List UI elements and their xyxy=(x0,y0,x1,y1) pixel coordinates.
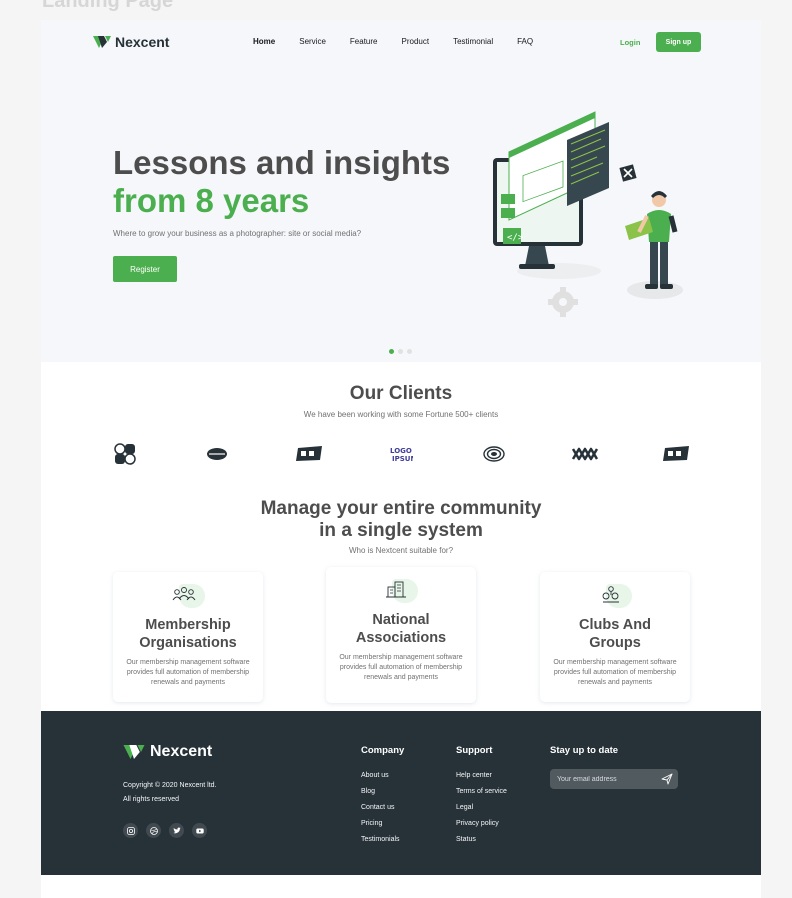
card-text: Our membership management software provi… xyxy=(126,659,250,686)
footer-link-contact[interactable]: Contact us xyxy=(361,800,404,816)
nav-faq[interactable]: FAQ xyxy=(517,37,533,46)
landing-page: Nexcent Home Service Feature Product Tes… xyxy=(41,20,761,898)
card-title: National Associations xyxy=(326,611,476,647)
carousel-dot-3[interactable] xyxy=(407,349,412,354)
footer-support-column: Support Help center Terms of service Leg… xyxy=(456,745,507,848)
community-title: Manage your entire community in a single… xyxy=(41,498,761,542)
community-subtitle: Who is Nextcent suitable for? xyxy=(348,546,454,555)
hero-illustration: </> xyxy=(493,111,683,317)
company-heading: Company xyxy=(361,745,405,756)
buildings-icon xyxy=(386,581,406,598)
navbar: Nexcent Home Service Feature Product Tes… xyxy=(41,20,761,64)
client-logo-7 xyxy=(663,446,689,461)
footer-brand-name: Nexcent xyxy=(150,743,213,760)
main-menu: Home Service Feature Product Testimonial… xyxy=(253,37,557,46)
card-text: Our membership management software provi… xyxy=(553,659,677,686)
send-icon[interactable] xyxy=(661,773,673,785)
nav-testimonial[interactable]: Testimonial xyxy=(453,37,493,46)
dribbble-icon xyxy=(149,826,158,835)
client-logo-1 xyxy=(114,443,136,465)
svg-text:IPSUM: IPSUM xyxy=(392,455,413,463)
nav-feature[interactable]: Feature xyxy=(350,37,378,46)
footer-newsletter-column: Stay up to date xyxy=(550,745,618,768)
carousel-dot-1[interactable] xyxy=(389,349,394,354)
svg-text:</>: </> xyxy=(507,233,524,243)
nav-home[interactable]: Home xyxy=(253,37,275,46)
card-title-line1: National xyxy=(372,612,430,628)
card-title-line2: Organisations xyxy=(139,635,237,651)
youtube-icon xyxy=(195,828,204,833)
nexcent-logo-icon xyxy=(123,745,145,759)
youtube-link[interactable] xyxy=(192,823,207,838)
twitter-link[interactable] xyxy=(169,823,184,838)
footer-link-legal[interactable]: Legal xyxy=(456,800,507,816)
footer-link-about[interactable]: About us xyxy=(361,768,404,784)
card-title-line1: Clubs And xyxy=(579,617,651,633)
canvas-title: Landing Page xyxy=(42,0,174,12)
client-logo-4: LOGO IPSUM xyxy=(390,447,413,463)
brand-name: Nexcent xyxy=(115,34,170,50)
instagram-link[interactable] xyxy=(123,823,138,838)
instagram-icon xyxy=(126,826,135,835)
footer-link-blog[interactable]: Blog xyxy=(361,784,404,800)
footer: Nexcent Copyright © 2020 Nexcent ltd. Al… xyxy=(41,711,761,875)
clients-subtitle: We have been working with some Fortune 5… xyxy=(303,410,499,419)
nav-service[interactable]: Service xyxy=(299,37,326,46)
copyright-line2: All rights reserved xyxy=(123,796,180,803)
footer-link-testimonials[interactable]: Testimonials xyxy=(361,832,404,848)
newsletter-heading: Stay up to date xyxy=(550,745,619,756)
card-national-associations[interactable]: National Associations Our membership man… xyxy=(326,567,476,703)
card-title: Clubs And Groups xyxy=(540,616,690,652)
card-title-line2: Associations xyxy=(355,630,447,646)
footer-link-status[interactable]: Status xyxy=(456,832,507,848)
client-logo-2 xyxy=(207,448,227,460)
social-links xyxy=(123,823,207,838)
nexcent-logo-icon xyxy=(93,36,111,48)
client-logo-3 xyxy=(296,446,322,461)
client-logos: LOGO IPSUM xyxy=(101,443,701,465)
nav-product[interactable]: Product xyxy=(402,37,430,46)
card-membership[interactable]: Membership Organisations Our membership … xyxy=(113,572,263,702)
dribbble-link[interactable] xyxy=(146,823,161,838)
hero-subtitle: Where to grow your business as a photogr… xyxy=(113,229,362,238)
hero-title-line1: Lessons and insights xyxy=(113,144,451,181)
twitter-icon xyxy=(173,826,181,833)
footer-link-pricing[interactable]: Pricing xyxy=(361,816,404,832)
hand-heart-icon xyxy=(602,586,619,603)
carousel-dot-2[interactable] xyxy=(398,349,403,354)
support-heading: Support xyxy=(456,745,493,756)
card-icon-wrap xyxy=(384,579,418,605)
footer-copyright: Copyright © 2020 Nexcent ltd. All rights… xyxy=(123,779,217,807)
brand-logo[interactable]: Nexcent xyxy=(93,34,169,50)
carousel-dots xyxy=(389,349,412,354)
hero-section: Nexcent Home Service Feature Product Tes… xyxy=(41,20,761,362)
footer-link-privacy[interactable]: Privacy policy xyxy=(456,816,507,832)
card-icon-wrap xyxy=(598,584,632,610)
signup-button[interactable]: Sign up xyxy=(656,32,701,52)
card-title: Membership Organisations xyxy=(113,616,263,652)
footer-logo[interactable]: Nexcent xyxy=(123,743,212,761)
login-link[interactable]: Login xyxy=(620,38,640,47)
card-title-line2: Groups xyxy=(589,635,641,651)
footer-link-terms[interactable]: Terms of service xyxy=(456,784,507,800)
client-logo-6 xyxy=(571,447,599,461)
hero-title-line2: from 8 years xyxy=(113,182,310,219)
newsletter-email-input[interactable] xyxy=(550,769,678,789)
svg-text:LOGO: LOGO xyxy=(390,447,412,455)
community-title-line1: Manage your entire community xyxy=(260,498,542,519)
people-group-icon xyxy=(172,587,196,601)
card-clubs-groups[interactable]: Clubs And Groups Our membership manageme… xyxy=(540,572,690,702)
copyright-line1: Copyright © 2020 Nexcent ltd. xyxy=(123,782,217,789)
client-logo-5 xyxy=(483,446,505,462)
card-icon-wrap xyxy=(171,584,205,610)
footer-link-help[interactable]: Help center xyxy=(456,768,507,784)
register-button[interactable]: Register xyxy=(113,256,177,282)
card-title-line1: Membership xyxy=(145,617,231,633)
hero-title: Lessons and insights from 8 years xyxy=(113,144,450,220)
clients-title: Our Clients xyxy=(349,383,453,404)
community-title-line2: in a single system xyxy=(319,520,483,541)
card-text: Our membership management software provi… xyxy=(339,654,463,681)
footer-company-column: Company About us Blog Contact us Pricing… xyxy=(361,745,404,848)
